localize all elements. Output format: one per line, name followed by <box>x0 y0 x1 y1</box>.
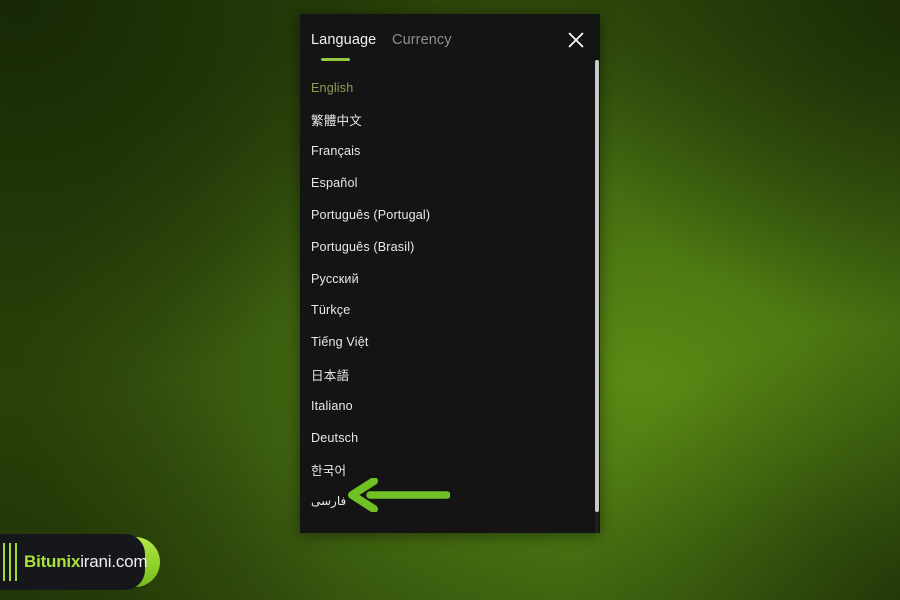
watermark-stripe <box>15 543 18 581</box>
language-option-label: Tiếng Việt <box>311 335 369 350</box>
language-option-label: Italiano <box>311 398 353 413</box>
watermark-badge: Bitunix irani.com <box>0 534 178 590</box>
language-option-label: Português (Brasil) <box>311 239 415 254</box>
language-option[interactable]: Español <box>300 167 600 199</box>
watermark-brand: Bitunix <box>24 552 81 571</box>
language-option[interactable]: Italiano <box>300 390 600 422</box>
language-option-label: Português (Portugal) <box>311 208 431 223</box>
active-tab-indicator <box>321 58 350 61</box>
language-option[interactable]: Türkçe <box>300 295 600 327</box>
language-option-label: 繁體中文 <box>311 114 362 129</box>
language-option-label: 日本語 <box>311 368 350 383</box>
tab-language[interactable]: Language <box>311 32 376 48</box>
language-option[interactable]: 日本語 <box>300 358 600 390</box>
language-option-label: Deutsch <box>311 430 359 445</box>
watermark-stripe <box>3 543 6 581</box>
language-option[interactable]: Português (Portugal) <box>300 199 600 231</box>
language-currency-modal: Language Currency English 繁體中文 Français Esp… <box>300 14 600 533</box>
screenshot-canvas: Language Currency English 繁體中文 Français Esp… <box>0 0 900 600</box>
language-option-label: Español <box>311 176 358 191</box>
language-option[interactable]: فارسی <box>300 485 600 517</box>
language-option[interactable]: 한국어 <box>300 454 600 486</box>
language-option-label: Русский <box>311 271 359 286</box>
watermark-pill: Bitunix irani.com <box>0 534 148 590</box>
language-option[interactable]: 繁體中文 <box>300 104 600 136</box>
scrollbar-thumb[interactable] <box>595 60 599 512</box>
language-option-label: Français <box>311 144 361 159</box>
language-option[interactable]: Deutsch <box>300 422 600 454</box>
watermark-domain: irani.com <box>80 552 148 571</box>
language-option[interactable]: Русский <box>300 263 600 295</box>
language-option-label: فارسی <box>311 494 347 509</box>
close-icon[interactable] <box>564 28 588 52</box>
language-option-label: Türkçe <box>311 303 351 318</box>
language-option[interactable]: English <box>300 72 600 104</box>
language-option[interactable]: Français <box>300 136 600 168</box>
language-option[interactable]: Tiếng Việt <box>300 326 600 358</box>
watermark-stripe <box>9 543 12 581</box>
language-option[interactable]: Português (Brasil) <box>300 231 600 263</box>
language-option-label: English <box>311 80 354 95</box>
language-option-label: 한국어 <box>311 463 347 478</box>
language-option-list[interactable]: English 繁體中文 Français Español Português (Por… <box>300 72 600 533</box>
modal-header: Language Currency <box>300 14 600 66</box>
watermark-text: Bitunix irani.com <box>24 534 148 590</box>
tab-currency[interactable]: Currency <box>392 32 452 48</box>
